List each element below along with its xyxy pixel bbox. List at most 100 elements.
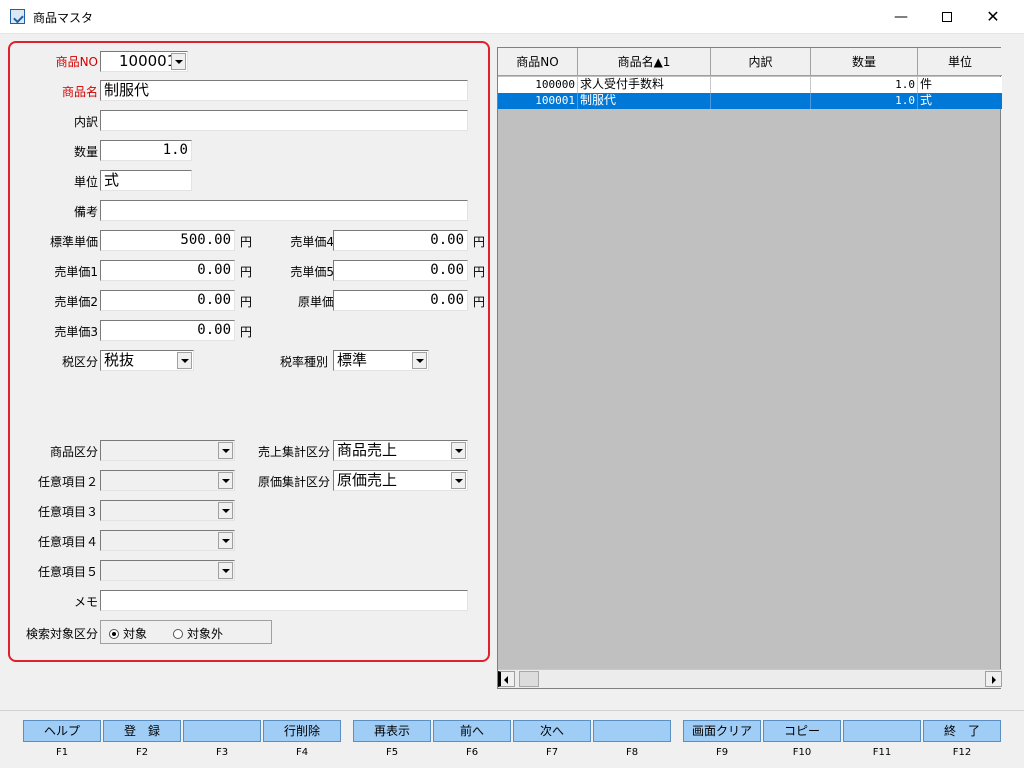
- cost-class-select[interactable]: 原価売上: [333, 470, 468, 491]
- chevron-down-icon[interactable]: [218, 532, 233, 549]
- f12-exit-button[interactable]: 終 了: [923, 720, 1001, 742]
- breakdown-label: 内訳: [73, 115, 98, 129]
- price2-unit: 円: [240, 295, 253, 309]
- optional2-select[interactable]: [100, 470, 235, 491]
- product-no-combo[interactable]: 100001: [100, 51, 188, 72]
- chevron-down-icon[interactable]: [451, 442, 466, 459]
- tax-class-select[interactable]: 税抜: [100, 350, 194, 371]
- price4-label: 売単価4: [290, 235, 334, 249]
- minimize-button[interactable]: —: [878, 0, 924, 34]
- column-header-name[interactable]: 商品名▲1: [578, 48, 711, 76]
- column-header-no[interactable]: 商品NO: [498, 48, 578, 76]
- f3-button[interactable]: [183, 720, 261, 742]
- optional3-label: 任意項目３: [37, 505, 98, 519]
- standard-price-label: 標準単価: [49, 235, 98, 249]
- f11-button[interactable]: [843, 720, 921, 742]
- product-grid[interactable]: 商品NO 商品名▲1 内訳 数量 単位 100000 求人受付手数料 1.0 件…: [497, 47, 1002, 689]
- maximize-button[interactable]: [924, 0, 970, 34]
- horizontal-scrollbar[interactable]: [498, 669, 1002, 688]
- radio-unchecked-icon: [173, 629, 183, 639]
- memo-label: メモ: [73, 595, 98, 609]
- product-name-label: 商品名: [61, 85, 98, 99]
- optional4-select[interactable]: [100, 530, 235, 551]
- price3-label: 売単価3: [54, 325, 98, 339]
- app-icon: [10, 9, 25, 24]
- tax-rate-type-label: 税率種別: [279, 355, 328, 369]
- chevron-down-icon[interactable]: [451, 472, 466, 489]
- price1-unit: 円: [240, 265, 253, 279]
- quantity-label: 数量: [73, 145, 98, 159]
- scroll-left-icon[interactable]: [498, 671, 515, 687]
- price3-input[interactable]: 0.00: [100, 320, 235, 341]
- breakdown-input[interactable]: [100, 110, 468, 131]
- product-no-value: 100001: [119, 52, 177, 70]
- cost-class-value: 原価売上: [337, 471, 398, 489]
- optional2-label: 任意項目２: [37, 475, 98, 489]
- quantity-input[interactable]: 1.0: [100, 140, 192, 161]
- price4-input[interactable]: 0.00: [333, 230, 468, 251]
- f2-register-button[interactable]: 登 録: [103, 720, 181, 742]
- close-button[interactable]: ✕: [970, 0, 1016, 34]
- sales-class-select[interactable]: 商品売上: [333, 440, 468, 461]
- column-header-quantity[interactable]: 数量: [811, 48, 918, 76]
- optional3-select[interactable]: [100, 500, 235, 521]
- window-title: 商品マスタ: [33, 11, 94, 25]
- tax-rate-type-select[interactable]: 標準: [333, 350, 429, 371]
- standard-price-unit: 円: [240, 235, 253, 249]
- f6-previous-button[interactable]: 前へ: [433, 720, 511, 742]
- optional5-label: 任意項目５: [37, 565, 98, 579]
- radio-target[interactable]: 対象: [109, 625, 147, 642]
- product-class-select[interactable]: [100, 440, 235, 461]
- price5-unit: 円: [473, 265, 486, 279]
- standard-price-input[interactable]: 500.00: [100, 230, 235, 251]
- table-row-selected[interactable]: 100001 制服代 1.0 式: [498, 93, 1002, 109]
- price2-input[interactable]: 0.00: [100, 290, 235, 311]
- price5-input[interactable]: 0.00: [333, 260, 468, 281]
- tax-class-label: 税区分: [61, 355, 98, 369]
- optional5-select[interactable]: [100, 560, 235, 581]
- chevron-down-icon[interactable]: [177, 352, 192, 369]
- scroll-right-icon[interactable]: [985, 671, 1002, 687]
- unit-label: 単位: [73, 175, 98, 189]
- product-no-label: 商品NO: [55, 55, 98, 69]
- optional4-label: 任意項目４: [37, 535, 98, 549]
- column-header-breakdown[interactable]: 内訳: [711, 48, 811, 76]
- f8-button[interactable]: [593, 720, 671, 742]
- product-form-panel: 商品NO 100001 商品名 制服代 内訳 数量 1.0 単位 式 備考 標準…: [8, 41, 490, 662]
- product-class-label: 商品区分: [49, 445, 98, 459]
- scroll-thumb[interactable]: [519, 671, 539, 687]
- tax-class-value: 税抜: [104, 351, 135, 369]
- cost-class-label: 原価集計区分: [257, 475, 330, 489]
- f10-copy-button[interactable]: コピー: [763, 720, 841, 742]
- remarks-label: 備考: [73, 205, 98, 219]
- f1-help-button[interactable]: ヘルプ: [23, 720, 101, 742]
- chevron-down-icon[interactable]: [412, 352, 427, 369]
- search-target-radio-group: 対象 対象外: [100, 620, 272, 644]
- remarks-input[interactable]: [100, 200, 468, 221]
- price2-label: 売単価2: [54, 295, 98, 309]
- search-target-label: 検索対象区分: [25, 627, 98, 641]
- price4-unit: 円: [473, 235, 486, 249]
- title-bar: 商品マスタ — ✕: [0, 0, 1024, 34]
- cost-price-unit: 円: [473, 295, 486, 309]
- chevron-down-icon[interactable]: [218, 442, 233, 459]
- product-name-input[interactable]: 制服代: [100, 80, 468, 101]
- chevron-down-icon[interactable]: [218, 502, 233, 519]
- unit-input[interactable]: 式: [100, 170, 192, 191]
- radio-non-target[interactable]: 対象外: [173, 625, 223, 642]
- cost-price-input[interactable]: 0.00: [333, 290, 468, 311]
- chevron-down-icon[interactable]: [218, 562, 233, 579]
- price1-input[interactable]: 0.00: [100, 260, 235, 281]
- f5-refresh-button[interactable]: 再表示: [353, 720, 431, 742]
- price3-unit: 円: [240, 325, 253, 339]
- column-header-unit[interactable]: 単位: [918, 48, 1002, 76]
- tax-rate-type-value: 標準: [337, 351, 368, 369]
- price5-label: 売単価5: [290, 265, 334, 279]
- table-row[interactable]: 100000 求人受付手数料 1.0 件: [498, 77, 1002, 93]
- f9-clear-screen-button[interactable]: 画面クリア: [683, 720, 761, 742]
- memo-input[interactable]: [100, 590, 468, 611]
- chevron-down-icon[interactable]: [171, 53, 186, 70]
- f4-delete-row-button[interactable]: 行削除: [263, 720, 341, 742]
- chevron-down-icon[interactable]: [218, 472, 233, 489]
- f7-next-button[interactable]: 次へ: [513, 720, 591, 742]
